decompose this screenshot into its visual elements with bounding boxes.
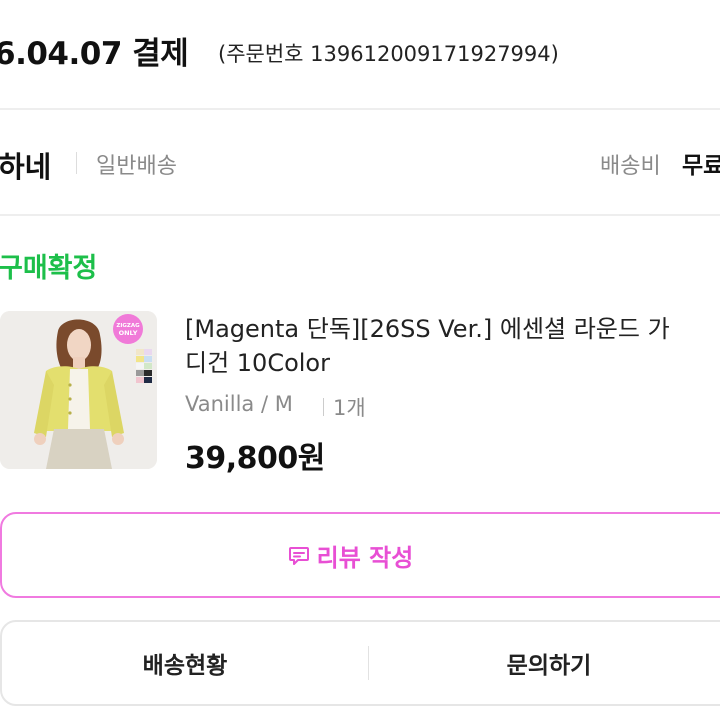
product-quantity: 1개 [333,396,366,420]
zigzag-badge-text-bottom: ONLY [119,329,138,337]
product-photo-cardigan: ZIGZAG ONLY [0,311,157,469]
shop-name[interactable]: 하네 [0,144,51,186]
review-speech-bubble-icon [287,543,311,567]
order-payment-date: 6.04.07 결제 [0,36,189,72]
order-header: 6.04.07 결제 (주문번호 139612009171927994) [0,0,720,110]
inquiry-button[interactable]: 문의하기 [369,622,720,704]
shipping-status-button[interactable]: 배송현황 [2,622,368,704]
option-divider [323,398,324,416]
product-thumbnail[interactable]: ZIGZAG ONLY [0,311,157,469]
write-review-content: 리뷰 작성 [287,538,414,573]
write-review-label: 리뷰 작성 [316,543,414,572]
product-option: Vanilla / M [185,392,293,416]
shipping-fee-label: 배송비 [600,154,661,179]
product-title[interactable]: [Magenta 단독][26SS Ver.] 에센셜 라운드 가 디건 10C… [185,312,720,380]
write-review-button[interactable]: 리뷰 작성 [0,512,720,598]
shop-row[interactable]: 하네 일반배송 배송비 무료 [0,110,720,216]
product-title-line-2: 디건 10Color [185,349,330,377]
product-price: 39,800원 [185,441,325,476]
order-detail-page: 6.04.07 결제 (주문번호 139612009171927994) 하네 … [0,0,720,720]
shop-divider [76,152,77,174]
shipping-fee-value: 무료 [682,153,720,179]
bottom-action-group: 배송현황 문의하기 [0,620,720,706]
order-status: 구매확정 [0,253,98,284]
order-number: (주문번호 139612009171927994) [218,42,559,66]
shipping-type: 일반배송 [96,154,177,179]
product-title-line-1: [Magenta 단독][26SS Ver.] 에센셜 라운드 가 [185,315,670,343]
